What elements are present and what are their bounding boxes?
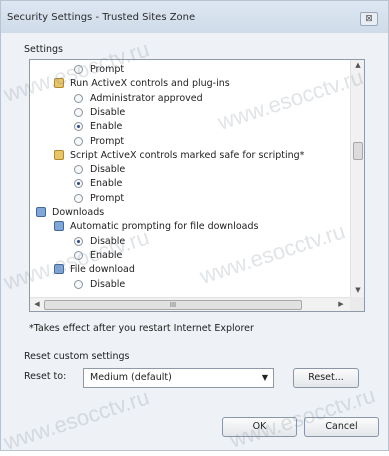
setting-label: Script ActiveX controls marked safe for … — [70, 149, 305, 161]
vertical-scrollbar[interactable]: ▲ ▼ — [350, 60, 364, 297]
security-settings-dialog: Security Settings - Trusted Sites Zone ⊠… — [0, 0, 389, 455]
dialog-title: Security Settings - Trusted Sites Zone — [7, 12, 196, 23]
scroll-corner — [350, 297, 364, 311]
reset-level-value: Medium (default) — [90, 372, 172, 383]
setting-label: Prompt — [90, 192, 125, 204]
scroll-right-icon[interactable]: ▶ — [334, 300, 348, 308]
setting-label: Prompt — [90, 135, 125, 147]
setting-label: Enable — [90, 178, 123, 190]
scroll-grip-icon: III — [169, 301, 177, 309]
horizontal-scrollbar[interactable]: ◀ III ▶ — [30, 297, 350, 311]
reset-button[interactable]: Reset... — [293, 368, 359, 388]
radio-unchecked-icon[interactable] — [74, 279, 83, 289]
scroll-left-icon[interactable]: ◀ — [30, 300, 44, 308]
horizontal-scroll-thumb[interactable]: III — [44, 300, 302, 310]
reset-level-dropdown[interactable]: Medium (default) ▼ — [83, 368, 274, 388]
setting-label: Administrator approved — [90, 92, 203, 104]
radio-unchecked-icon[interactable] — [74, 165, 83, 175]
radio-unchecked-icon[interactable] — [74, 193, 83, 203]
dropdown-arrow-icon[interactable]: ▼ — [262, 373, 268, 382]
setting-label: Automatic prompting for file downloads — [70, 221, 259, 233]
radio-unchecked-icon[interactable] — [74, 107, 83, 117]
radio-unchecked-icon[interactable] — [74, 93, 83, 103]
vertical-scroll-thumb[interactable] — [353, 142, 363, 160]
radio-checked-icon[interactable] — [74, 179, 83, 189]
settings-label: Settings — [24, 44, 63, 55]
watermark-text: www.esocctv.ru — [0, 384, 153, 455]
reset-to-label: Reset to: — [24, 371, 67, 382]
setting-label: Downloads — [52, 207, 105, 218]
radio-checked-icon[interactable] — [74, 122, 83, 132]
restart-note: *Takes effect after you restart Internet… — [29, 323, 254, 334]
setting-label: Enable — [90, 121, 123, 133]
downloads-icon — [36, 207, 46, 217]
radio-unchecked-icon[interactable] — [74, 136, 83, 146]
activex-settings-icon — [54, 149, 64, 160]
setting-label: Disable — [90, 278, 126, 290]
title-bar: Security Settings - Trusted Sites Zone ⊠ — [1, 1, 388, 33]
reset-group-label: Reset custom settings — [24, 351, 130, 362]
close-button[interactable]: ⊠ — [360, 12, 378, 26]
download-settings-icon — [54, 221, 64, 232]
setting-label: Disable — [90, 164, 126, 176]
setting-label: Disable — [90, 106, 126, 118]
close-icon: ⊠ — [365, 14, 373, 24]
scroll-down-icon[interactable]: ▼ — [351, 286, 364, 294]
